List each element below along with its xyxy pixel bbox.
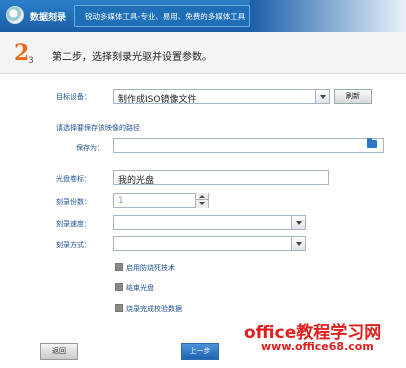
disc-label-value: 我的光盘 xyxy=(118,176,155,186)
save-path-hint: 请选择要保存该映像的路径 xyxy=(56,124,140,132)
option-label: 烧录完成校验数据 xyxy=(126,305,182,313)
watermark-url: www.office68.com xyxy=(261,340,374,353)
subtitle-banner: 锐动多媒体工具-专业、易用、免费的多媒体工具 xyxy=(74,5,250,27)
step-title: 第二步，选择刻录光驱并设置参数。 xyxy=(52,52,212,63)
refresh-button[interactable]: 刷新 xyxy=(334,89,372,104)
copies-value: 1 xyxy=(118,196,124,206)
disc-label-label: 光盘卷标： xyxy=(56,175,91,183)
disc-logo-icon xyxy=(6,6,24,24)
target-device-select[interactable]: 制作成ISO镜像文件 xyxy=(113,89,330,105)
target-device-label: 目标设备： xyxy=(56,93,91,101)
app-title: 数据刻录 xyxy=(30,13,67,23)
option-label: 启用防烧死技术 xyxy=(126,264,175,272)
chevron-down-icon[interactable] xyxy=(315,90,329,103)
mode-select[interactable] xyxy=(113,236,306,251)
chevron-down-icon[interactable] xyxy=(291,216,305,229)
speed-select[interactable] xyxy=(113,215,306,230)
option-checkbox[interactable] xyxy=(115,283,123,291)
target-device-value: 制作成ISO镜像文件 xyxy=(118,95,197,105)
option-label: 结束光盘 xyxy=(126,284,154,292)
folder-icon[interactable] xyxy=(367,138,377,148)
save-as-label: 保存为： xyxy=(76,144,104,152)
option-checkbox[interactable] xyxy=(115,304,123,312)
save-path-input[interactable] xyxy=(113,138,384,153)
title-bar-fade xyxy=(250,0,406,32)
copies-label: 刻录份数： xyxy=(56,198,91,206)
mode-label: 刻录方式： xyxy=(56,241,91,249)
disc-label-input[interactable]: 我的光盘 xyxy=(113,170,329,186)
speed-label: 刻录速度： xyxy=(56,220,91,228)
title-bar: 数据刻录 锐动多媒体工具-专业、易用、免费的多媒体工具 xyxy=(0,0,406,32)
chevron-down-icon[interactable] xyxy=(291,237,305,250)
back-button[interactable]: 返回 xyxy=(40,343,78,360)
decrement-icon[interactable] xyxy=(196,200,208,207)
option-checkbox[interactable] xyxy=(115,263,123,271)
previous-step-button[interactable]: 上一步 xyxy=(181,343,219,360)
step-total: 3 xyxy=(28,56,34,66)
copies-spinner[interactable] xyxy=(195,193,208,208)
increment-icon[interactable] xyxy=(196,193,208,200)
